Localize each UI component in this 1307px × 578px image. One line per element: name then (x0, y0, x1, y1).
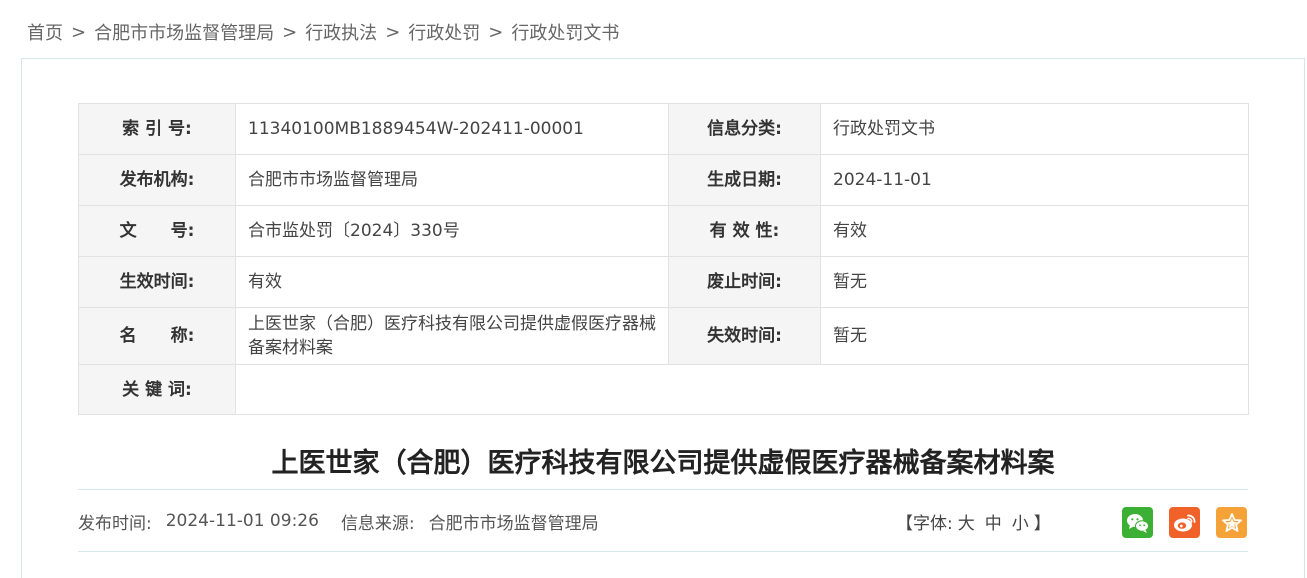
breadcrumb-separator: > (282, 21, 298, 43)
divider (78, 489, 1248, 490)
publisher-value: 合肥市市场监督管理局 (235, 154, 669, 206)
expire-time-label: 失效时间: (668, 307, 821, 365)
category-value: 行政处罚文书 (820, 103, 1249, 155)
publish-time-value: 2024-11-01 09:26 (165, 511, 319, 531)
created-date-value: 2024-11-01 (820, 154, 1249, 206)
breadcrumb: 首页 > 合肥市市场监督管理局 > 行政执法 > 行政处罚 > 行政处罚文书 (27, 18, 619, 46)
index-no-label: 索 引 号: (78, 103, 236, 155)
share-wechat-button[interactable] (1122, 507, 1153, 538)
breadcrumb-separator: > (488, 21, 504, 43)
font-size-small-button[interactable]: 小 (1012, 509, 1029, 534)
doc-no-label: 文 号: (78, 205, 236, 257)
source-label: 信息来源: (340, 513, 415, 534)
table-row: 发布机构: 合肥市市场监督管理局 生成日期: 2024-11-01 (78, 154, 1249, 206)
breadcrumb-enforcement[interactable]: 行政执法 (305, 19, 377, 45)
divider (78, 551, 1248, 552)
table-row: 关 键 词: (78, 364, 1249, 415)
document-metadata-table: 索 引 号: 11340100MB1889454W-202411-00001 信… (78, 103, 1249, 415)
doc-no-value: 合市监处罚〔2024〕330号 (235, 205, 669, 257)
repeal-time-value: 暂无 (820, 256, 1249, 308)
source-value: 合肥市市场监督管理局 (428, 513, 599, 534)
effective-time-label: 生效时间: (78, 256, 236, 308)
breadcrumb-bureau[interactable]: 合肥市市场监督管理局 (94, 19, 274, 45)
breadcrumb-penalty[interactable]: 行政处罚 (408, 19, 480, 45)
font-size-close: 】 (1033, 513, 1051, 534)
name-value: 上医世家（合肥）医疗科技有限公司提供虚假医疗器械备案材料案 (235, 307, 669, 365)
publisher-label: 发布机构: (78, 154, 236, 206)
breadcrumb-home[interactable]: 首页 (27, 19, 63, 45)
validity-value: 有效 (820, 205, 1249, 257)
breadcrumb-separator: > (385, 21, 401, 43)
expire-time-value: 暂无 (820, 307, 1249, 365)
weibo-icon (1173, 512, 1197, 534)
add-favorite-button[interactable] (1216, 507, 1247, 538)
repeal-time-label: 废止时间: (668, 256, 821, 308)
star-icon (1221, 512, 1243, 534)
wechat-icon (1126, 512, 1150, 534)
index-no-value: 11340100MB1889454W-202411-00001 (235, 103, 669, 155)
keywords-label: 关 键 词: (78, 364, 236, 415)
name-label: 名 称: (78, 307, 236, 365)
publish-time-label: 发布时间: (78, 513, 152, 534)
font-size-medium-button[interactable]: 中 (985, 509, 1002, 534)
validity-label: 有 效 性: (668, 205, 821, 257)
table-row: 生效时间: 有效 废止时间: 暂无 (78, 256, 1249, 308)
created-date-label: 生成日期: (668, 154, 821, 206)
font-size-selector: 【字体: 大 中 小 】 (896, 508, 1051, 534)
share-weibo-button[interactable] (1169, 507, 1200, 538)
article-info-bar: 发布时间: 2024-11-01 09:26 信息来源: 合肥市市场监督管理局 (78, 508, 621, 534)
font-size-open: 【字体: (896, 513, 953, 534)
table-row: 文 号: 合市监处罚〔2024〕330号 有 效 性: 有效 (78, 205, 1249, 257)
table-row: 索 引 号: 11340100MB1889454W-202411-00001 信… (78, 103, 1249, 155)
effective-time-value: 有效 (235, 256, 669, 308)
breadcrumb-separator: > (71, 21, 87, 43)
keywords-value (235, 364, 1249, 415)
font-size-large-button[interactable]: 大 (958, 509, 975, 534)
article-title: 上医世家（合肥）医疗科技有限公司提供虚假医疗器械备案材料案 (271, 448, 1055, 479)
table-row: 名 称: 上医世家（合肥）医疗科技有限公司提供虚假医疗器械备案材料案 失效时间:… (78, 307, 1249, 365)
breadcrumb-penalty-documents[interactable]: 行政处罚文书 (511, 19, 619, 45)
category-label: 信息分类: (668, 103, 821, 155)
